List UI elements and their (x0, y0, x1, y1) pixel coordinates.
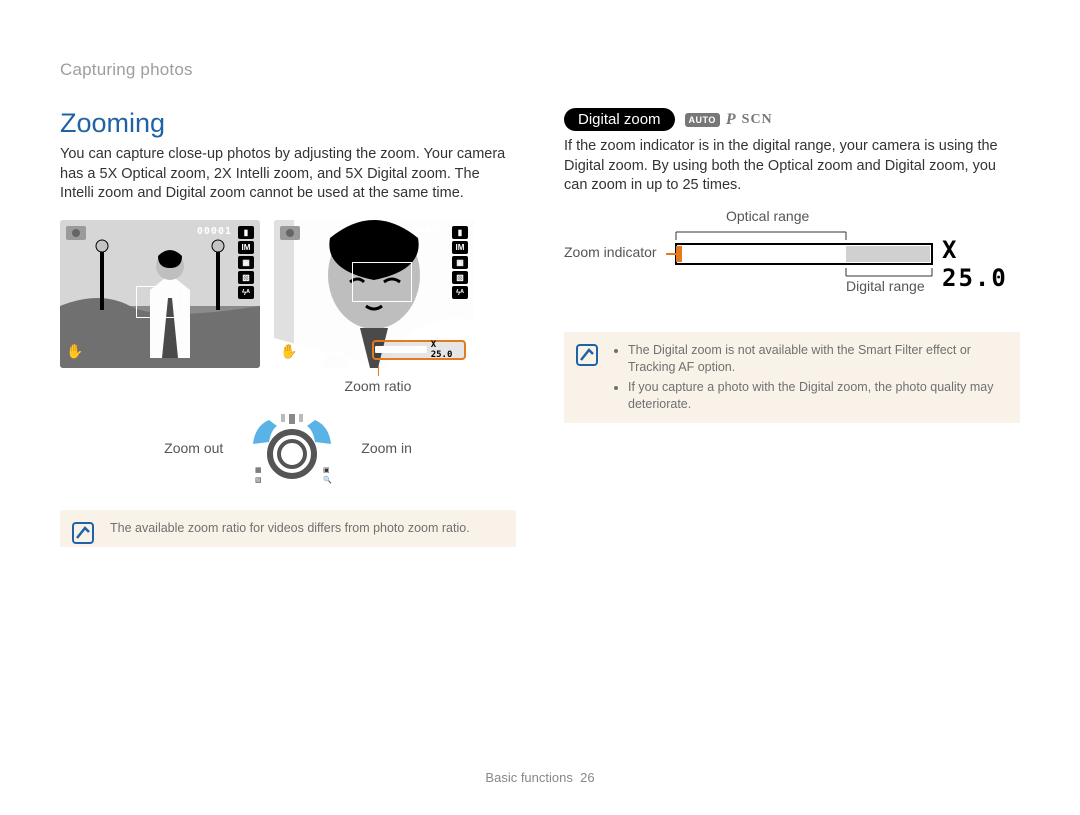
digital-zoom-heading-row: Digital zoom AUTO P SCN (564, 108, 1020, 131)
optical-range-label: Optical range (726, 208, 809, 224)
camera-mode-icon (280, 226, 300, 240)
steady-icon: ✋ (66, 343, 83, 360)
intro-paragraph: You can capture close-up photos by adjus… (60, 145, 516, 204)
note-item: If you capture a photo with the Digital … (628, 379, 1006, 413)
digital-range-label: Digital range (846, 278, 925, 294)
max-zoom-text: X 25.0 (942, 236, 1019, 292)
svg-text:▣: ▣ (323, 467, 330, 474)
af-frame (136, 286, 184, 318)
iso-icon: ▧ (452, 271, 468, 284)
zoom-out-label: Zoom out (164, 440, 223, 456)
flash-icon: ϟᴬ (452, 286, 468, 299)
footer-chapter: Basic functions (485, 770, 572, 785)
size-icon: IM (452, 241, 468, 254)
size-icon: IM (238, 241, 254, 254)
note-box-left: The available zoom ratio for videos diff… (60, 510, 516, 547)
note-icon (576, 344, 598, 366)
battery-icon: ▮ (452, 226, 468, 239)
note-icon (72, 522, 94, 544)
page-title: Zooming (60, 108, 516, 139)
digital-zoom-paragraph: If the zoom indicator is in the digital … (564, 137, 1020, 196)
screenshot-comparison-row: 00001 ▮ IM ▦ ▧ ϟᴬ ✋ (60, 220, 516, 368)
breadcrumb: Capturing photos (60, 60, 1022, 80)
screenshot-zoomed: 00001 ▮ IM ▦ ▧ ϟᴬ ✋ X 25.0 (274, 220, 474, 368)
zoom-bar-fill (375, 346, 427, 353)
svg-text:▧: ▧ (255, 477, 262, 484)
mode-auto-icon: AUTO (685, 113, 720, 127)
note-text: The available zoom ratio for videos diff… (110, 521, 470, 535)
osd-icon-strip: ▮ IM ▦ ▧ ϟᴬ (452, 226, 468, 299)
note-item: The Digital zoom is not available with t… (628, 342, 1006, 376)
two-column-layout: Zooming You can capture close-up photos … (60, 108, 1022, 547)
osd-icon-strip: ▮ IM ▦ ▧ ϟᴬ (238, 226, 254, 299)
right-column: Digital zoom AUTO P SCN If the zoom indi… (564, 108, 1020, 547)
zoom-bar-overlay: X 25.0 (372, 340, 466, 360)
mode-icons: AUTO P SCN (685, 111, 773, 129)
mode-scn-icon: SCN (742, 112, 773, 128)
camera-mode-icon (66, 226, 86, 240)
mode-p-icon: P (726, 111, 736, 129)
note-list: The Digital zoom is not available with t… (614, 342, 1006, 414)
zoom-indicator-diagram: Optical range Zoom indicator Digital ran… (564, 210, 1019, 310)
af-frame (352, 262, 412, 302)
svg-text:🔍: 🔍 (323, 475, 332, 484)
zoom-dial-row: Zoom out ▦ ▧ ▣ 🔍 (60, 412, 516, 484)
manual-page: Capturing photos Zooming You can capture… (0, 0, 1080, 815)
flash-icon: ϟᴬ (238, 286, 254, 299)
zoom-indicator-label: Zoom indicator (564, 244, 657, 260)
zoom-bar-ratio-text: X 25.0 (431, 340, 463, 360)
note-box-right: The Digital zoom is not available with t… (564, 332, 1020, 424)
digital-zoom-pill: Digital zoom (564, 108, 675, 131)
zoom-dial-illustration: ▦ ▧ ▣ 🔍 (247, 412, 337, 484)
iso-icon: ▧ (238, 271, 254, 284)
shot-counter: 00001 (197, 226, 232, 237)
zoom-in-label: Zoom in (361, 440, 412, 456)
quality-icon: ▦ (238, 256, 254, 269)
battery-icon: ▮ (238, 226, 254, 239)
left-column: Zooming You can capture close-up photos … (60, 108, 516, 547)
screenshot-wide: 00001 ▮ IM ▦ ▧ ϟᴬ ✋ (60, 220, 260, 368)
zoom-ratio-label: Zoom ratio (240, 378, 516, 394)
shot-counter: 00001 (411, 226, 446, 237)
page-footer: Basic functions 26 (0, 770, 1080, 785)
svg-text:▦: ▦ (255, 467, 262, 474)
footer-page-number: 26 (580, 770, 594, 785)
steady-icon: ✋ (280, 343, 297, 360)
quality-icon: ▦ (452, 256, 468, 269)
